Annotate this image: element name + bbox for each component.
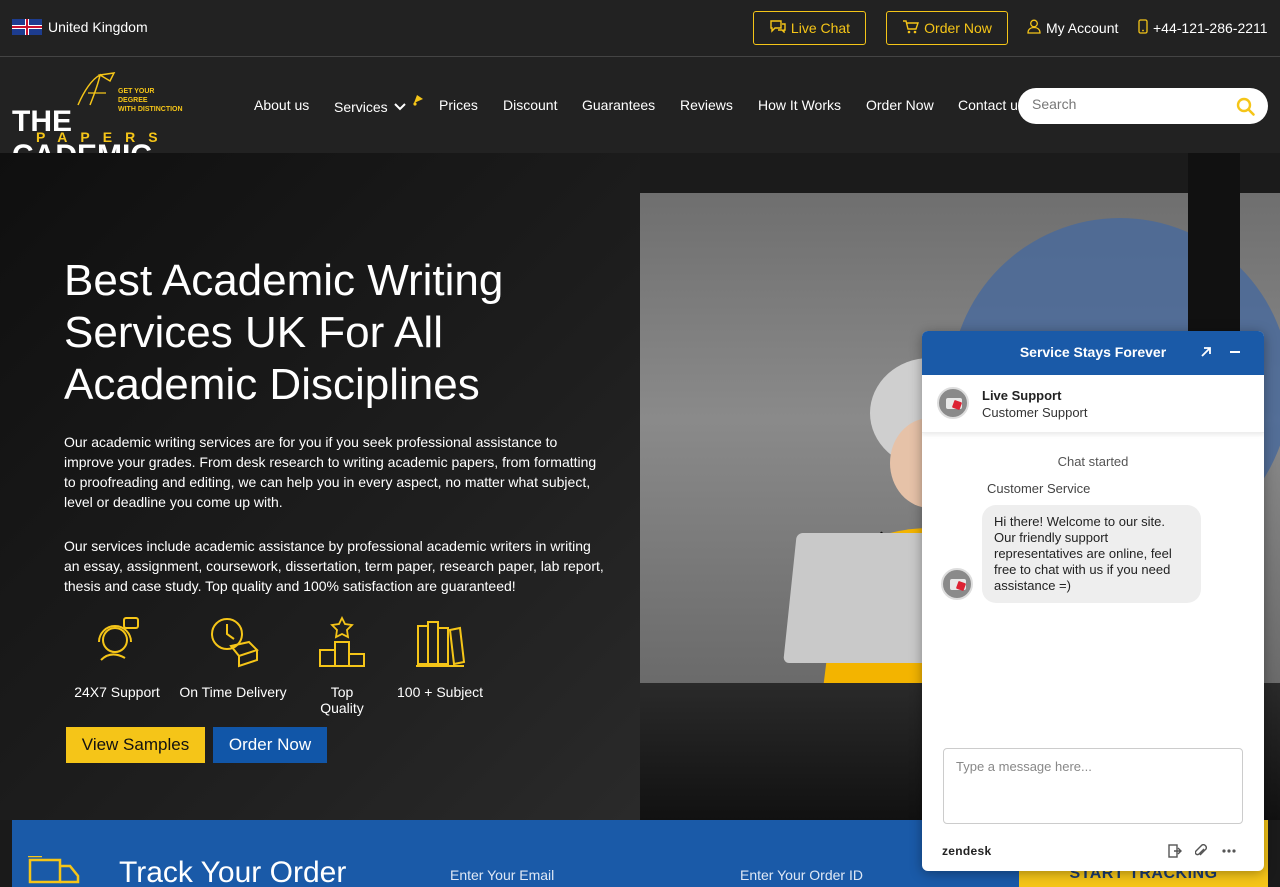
chevron-down-icon bbox=[393, 103, 406, 111]
agent-avatar bbox=[937, 387, 969, 419]
nav-about-us[interactable]: About us bbox=[254, 97, 309, 113]
main-navbar: GET YOUR DEGREE WITH DISTINCTION THE CAD… bbox=[0, 57, 1280, 172]
feature-delivery-label: On Time Delivery bbox=[179, 684, 287, 700]
hero-title: Best Academic Writing Services UK For Al… bbox=[64, 256, 504, 409]
nav-contact-us[interactable]: Contact us bbox=[958, 97, 1022, 113]
search-icon[interactable] bbox=[1236, 97, 1256, 117]
track-order-id-input[interactable]: Enter Your Order ID bbox=[740, 867, 863, 883]
hero-order-now-button[interactable]: Order Now bbox=[213, 727, 327, 763]
chat-message-input[interactable] bbox=[956, 759, 1226, 809]
nav-prices[interactable]: Prices bbox=[439, 97, 478, 113]
feature-subjects-label: 100 + Subject bbox=[397, 684, 484, 700]
mobile-phone-icon bbox=[1138, 19, 1148, 37]
track-email-input[interactable]: Enter Your Email bbox=[450, 867, 554, 883]
chat-message-bubble: Hi there! Welcome to our site. Our frien… bbox=[982, 505, 1201, 603]
more-options-icon[interactable] bbox=[1222, 844, 1236, 861]
nav-discount[interactable]: Discount bbox=[503, 97, 557, 113]
nav-services-label: Services bbox=[334, 99, 388, 115]
minimize-icon[interactable] bbox=[1229, 342, 1241, 360]
nav-how-it-works[interactable]: How It Works bbox=[758, 97, 841, 113]
live-chat-label: Live Chat bbox=[790, 20, 851, 36]
hero-paragraph-2: Our services include academic assistance… bbox=[64, 538, 604, 594]
view-samples-button[interactable]: View Samples bbox=[66, 727, 205, 763]
books-icon bbox=[416, 621, 466, 667]
feature-subjects: 100 + Subject bbox=[397, 616, 483, 700]
live-chat-button[interactable]: Live Chat bbox=[753, 11, 866, 45]
nav-order-now[interactable]: Order Now bbox=[866, 97, 934, 113]
feature-delivery: On Time Delivery bbox=[179, 616, 287, 700]
hero-paragraph-1: Our academic writing services are for yo… bbox=[64, 434, 597, 510]
chat-agent-info: Live Support Customer Support bbox=[922, 375, 1264, 433]
top-order-now-button[interactable]: Order Now bbox=[886, 11, 1008, 45]
my-account-label: My Account bbox=[1046, 20, 1119, 36]
chat-input-box bbox=[943, 748, 1243, 824]
logo-subtext: PAPERS bbox=[36, 129, 171, 145]
podium-star-icon bbox=[319, 616, 365, 667]
agent-name: Live Support bbox=[982, 388, 1062, 403]
site-logo[interactable]: GET YOUR DEGREE WITH DISTINCTION THE CAD… bbox=[12, 71, 184, 172]
nav-reviews[interactable]: Reviews bbox=[680, 97, 733, 113]
popout-icon[interactable] bbox=[1200, 345, 1212, 361]
phone-number: +44-121-286-2211 bbox=[1153, 20, 1268, 36]
clock-box-icon bbox=[211, 618, 259, 668]
feature-support-label: 24X7 Support bbox=[74, 684, 160, 700]
top-bar: United Kingdom Live Chat Order Now My Ac… bbox=[0, 0, 1280, 57]
search-input[interactable] bbox=[1032, 96, 1222, 112]
my-account-link[interactable]: My Account bbox=[1027, 19, 1118, 37]
chat-widget: Service Stays Forever Live Support Custo… bbox=[922, 331, 1264, 871]
nav-guarantees[interactable]: Guarantees bbox=[582, 97, 655, 113]
agent-role: Customer Support bbox=[982, 405, 1088, 420]
chat-status: Chat started bbox=[1057, 454, 1129, 469]
sender-avatar bbox=[941, 568, 973, 600]
cart-icon bbox=[902, 19, 920, 37]
attachment-icon[interactable] bbox=[1194, 844, 1207, 861]
uk-flag-icon bbox=[12, 19, 42, 35]
region-label: United Kingdom bbox=[48, 19, 148, 35]
feature-support: 24X7 Support bbox=[74, 616, 160, 700]
delivery-truck-icon bbox=[28, 856, 80, 884]
logo-tagline-line-1: GET YOUR DEGREE bbox=[118, 88, 155, 104]
user-icon bbox=[1027, 19, 1041, 37]
zendesk-brand[interactable]: zendesk bbox=[942, 844, 991, 858]
track-order-title: Track Your Order bbox=[119, 856, 347, 887]
feature-quality: Top Quality bbox=[307, 616, 377, 716]
chat-header: Service Stays Forever bbox=[922, 331, 1264, 375]
order-now-label: Order Now bbox=[924, 20, 992, 36]
nav-services[interactable]: Services bbox=[334, 99, 406, 115]
chat-bubble-icon bbox=[769, 19, 786, 37]
feature-quality-label: Top Quality bbox=[320, 684, 364, 716]
phone-link[interactable]: +44-121-286-2211 bbox=[1138, 19, 1268, 37]
headset-support-icon bbox=[98, 617, 139, 661]
chat-header-title: Service Stays Forever bbox=[1019, 344, 1167, 360]
search-box bbox=[1018, 88, 1268, 124]
bell-icon bbox=[411, 93, 425, 111]
message-sender: Customer Service bbox=[987, 481, 1091, 496]
region-selector[interactable]: United Kingdom bbox=[12, 19, 148, 35]
end-chat-icon[interactable] bbox=[1168, 844, 1182, 861]
